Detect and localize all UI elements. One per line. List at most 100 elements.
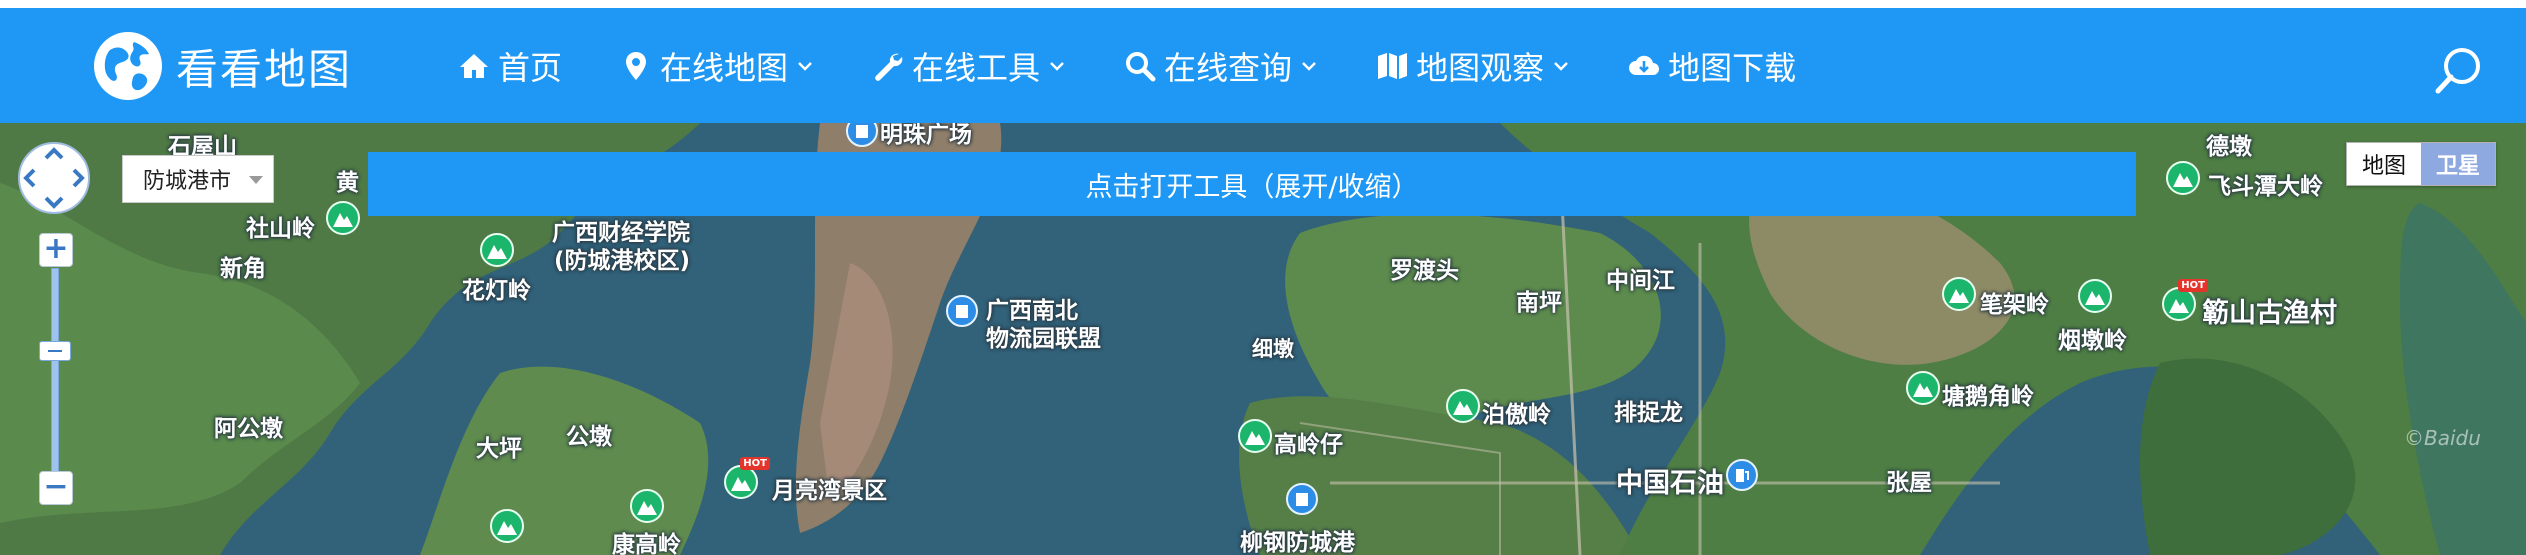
nav-online-map[interactable]: 在线地图 <box>620 43 814 89</box>
nav-home[interactable]: 首页 <box>458 43 562 89</box>
map-label: 高岭仔 <box>1274 432 1343 458</box>
map-label: 新角 <box>220 256 266 282</box>
map-label: 大坪 <box>476 436 522 462</box>
zoom-slider-handle[interactable] <box>39 341 71 361</box>
map-label: 塘鹅角岭 <box>1942 384 2034 410</box>
scenic-spot-marker[interactable] <box>630 489 664 523</box>
map-marker-icon <box>626 51 647 80</box>
nav-online-query-label: 在线查询 <box>1164 48 1293 87</box>
mountain-icon <box>1913 383 1933 397</box>
tool-panel-toggle[interactable]: 点击打开工具（展开/收缩） <box>368 152 2136 216</box>
chevron-down-icon <box>1554 61 1568 71</box>
map-label: 花灯岭 <box>462 278 531 304</box>
caret-down-icon <box>249 176 263 184</box>
hot-badge: HOT <box>740 457 770 470</box>
city-select-value: 防城港市 <box>143 169 232 194</box>
scenic-spot-marker[interactable]: HOT <box>724 457 770 499</box>
scenic-spot-marker[interactable] <box>480 233 514 267</box>
nav-online-tools-label: 在线工具 <box>912 48 1041 87</box>
map-label: 排捉龙 <box>1614 400 1683 426</box>
map-label: 黄 <box>336 170 359 196</box>
mountain-icon <box>731 477 751 491</box>
map-label: (防城港校区) <box>554 248 691 274</box>
map-label: 罗渡头 <box>1390 258 1459 284</box>
nav-map-download-label: 地图下载 <box>1668 48 1797 87</box>
scenic-spot-marker[interactable] <box>1238 419 1272 453</box>
mountain-icon <box>497 521 517 535</box>
map-type-satellite-button[interactable]: 卫星 <box>2421 143 2495 185</box>
mountain-icon <box>1949 289 1969 303</box>
tool-panel-toggle-label: 点击打开工具（展开/收缩） <box>1085 171 1419 203</box>
chevron-down-icon <box>1050 61 1064 71</box>
logistics-marker[interactable] <box>946 295 978 327</box>
scenic-spot-marker[interactable] <box>2078 279 2112 313</box>
port-marker[interactable] <box>1286 483 1318 515</box>
globe-logo-icon <box>94 32 162 100</box>
zoom-out-button[interactable]: − <box>39 471 73 505</box>
building-icon <box>856 125 868 138</box>
scenic-spot-marker[interactable] <box>1942 277 1976 311</box>
map-label: 南坪 <box>1516 290 1562 316</box>
map-label: 柳钢防城港 <box>1240 530 1355 555</box>
nav-online-query[interactable]: 在线查询 <box>1124 43 1318 89</box>
map-label: 泊傲岭 <box>1482 402 1551 428</box>
scenic-spot-marker[interactable] <box>2166 161 2200 195</box>
map-label: 月亮湾景区 <box>772 478 887 504</box>
city-select[interactable]: 防城港市 <box>122 155 274 203</box>
top-nav-bar: 看看地图 首页 在线地图 在线工具 在线查询 地图观察 地图下载 <box>0 8 2526 123</box>
scenic-spot-marker[interactable]: HOT <box>2162 279 2208 321</box>
scenic-spot-marker[interactable] <box>1906 371 1940 405</box>
satellite-map[interactable]: 石屋山 黄 社山岭 新角 花灯岭 阿公墩 大坪 公墩 康高岭 广西财经学院 (防… <box>0 123 2526 555</box>
scenic-spot-marker[interactable] <box>1446 389 1480 423</box>
map-label: 飞斗潭大岭 <box>2208 174 2323 200</box>
wrench-icon <box>875 53 903 81</box>
mountain-icon <box>2173 173 2193 187</box>
map-label: 簕山古渔村 <box>2202 298 2337 329</box>
map-label: 中间江 <box>1606 268 1675 294</box>
scenic-spot-marker[interactable] <box>326 201 360 235</box>
search-icon[interactable] <box>2432 42 2488 98</box>
map-label: 细墩 <box>1252 337 1294 361</box>
main-nav: 首页 在线地图 在线工具 在线查询 地图观察 地图下载 <box>458 8 1854 123</box>
map-type-map-button[interactable]: 地图 <box>2347 143 2421 185</box>
nav-map-observe[interactable]: 地图观察 <box>1376 43 1570 89</box>
nav-online-map-label: 在线地图 <box>660 48 789 87</box>
map-label: 物流园联盟 <box>986 326 1101 352</box>
gas-pump-icon <box>1736 469 1749 482</box>
map-label: 德墩 <box>2206 134 2252 160</box>
baidu-watermark: ©Baidu <box>2404 426 2481 450</box>
mountain-icon <box>487 245 507 259</box>
hot-badge: HOT <box>2178 279 2208 292</box>
cloud-download-icon <box>1629 55 1660 75</box>
nav-home-label: 首页 <box>498 48 563 87</box>
map-label: 烟墩岭 <box>2058 328 2127 354</box>
gas-station-marker[interactable] <box>1726 459 1758 491</box>
mountain-icon <box>333 213 353 227</box>
map-label: 笔架岭 <box>1980 292 2049 318</box>
site-logo[interactable]: 看看地图 <box>90 28 352 104</box>
building-icon <box>956 305 968 318</box>
search-icon <box>1126 51 1156 81</box>
logo-text: 看看地图 <box>176 44 353 94</box>
nav-map-download[interactable]: 地图下载 <box>1628 43 1796 89</box>
pan-control[interactable] <box>16 140 92 216</box>
mountain-icon <box>1245 431 1265 445</box>
map-label: 社山岭 <box>246 216 315 242</box>
map-type-switch: 地图 卫星 <box>2346 142 2496 186</box>
map-label: 中国石油 <box>1616 468 1724 499</box>
folded-map-icon <box>1378 52 1408 79</box>
zoom-slider-track[interactable] <box>51 268 59 473</box>
map-label: 康高岭 <box>612 532 681 555</box>
building-icon <box>1296 493 1308 506</box>
zoom-in-button[interactable]: + <box>39 233 73 267</box>
scenic-spot-marker[interactable] <box>490 509 524 543</box>
home-icon <box>460 53 488 78</box>
mountain-icon <box>2169 299 2189 313</box>
mountain-icon <box>1453 401 1473 415</box>
nav-online-tools[interactable]: 在线工具 <box>872 43 1066 89</box>
nav-map-observe-label: 地图观察 <box>1416 48 1545 87</box>
chevron-down-icon <box>798 61 812 71</box>
mountain-icon <box>637 501 657 515</box>
map-label: 阿公墩 <box>214 416 283 442</box>
map-label: 公墩 <box>566 424 612 450</box>
